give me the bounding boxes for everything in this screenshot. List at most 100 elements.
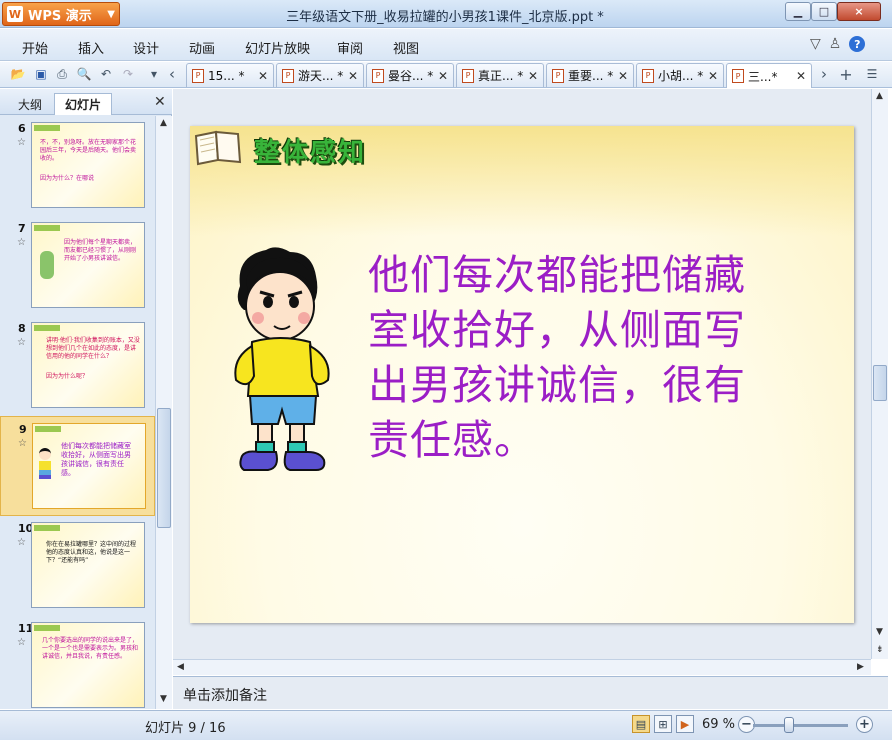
slide-heading[interactable]: 整体感知 xyxy=(254,132,366,169)
close-icon[interactable]: ✕ xyxy=(708,69,718,83)
wps-app-menu-button[interactable]: W WPS 演示 ▼ xyxy=(2,2,120,26)
doc-tab-5[interactable]: P 重要... * ✕ xyxy=(546,63,634,87)
menu-home[interactable]: 开始 xyxy=(22,38,48,57)
help-icon[interactable]: ? xyxy=(849,36,866,52)
menu-view[interactable]: 视图 xyxy=(393,38,419,57)
tabs-scroll-right-icon[interactable]: › xyxy=(816,65,832,83)
slide-horizontal-scrollbar[interactable]: ◀ ▶ xyxy=(173,659,871,675)
save-icon[interactable]: ▣ xyxy=(33,66,49,82)
close-icon: × xyxy=(854,5,864,18)
menu-review[interactable]: 审阅 xyxy=(337,38,363,57)
scroll-right-icon[interactable]: ▶ xyxy=(857,662,864,672)
tab-outline[interactable]: 大纲 xyxy=(8,93,52,115)
scroll-up-icon[interactable]: ▲ xyxy=(876,91,883,101)
close-icon[interactable]: ✕ xyxy=(796,69,806,83)
current-slide[interactable]: 整体感知 他们每次都能把储藏室收拾好，从侧面写出男孩讲诚信，很有责任感。 xyxy=(190,126,854,623)
minimize-icon: ▁ xyxy=(793,5,803,18)
slide-thumbnail[interactable]: 11 ☆ 几个你要选出的同学的说出来是了，一个是一个也是需要表示为。男孩和讲诚信… xyxy=(0,616,155,709)
slide-thumbnail[interactable]: 7 ☆ 因为他们每个星期天都卖，而友都已经习惯了，从刚刚开始了小男孩讲诚信。 xyxy=(0,216,155,316)
animation-star-icon: ☆ xyxy=(17,637,26,648)
boy-cartoon-image xyxy=(234,247,330,471)
doc-tab-1[interactable]: P 15... * ✕ xyxy=(186,63,274,87)
app-name: WPS 演示 xyxy=(28,8,92,24)
maximize-button[interactable]: □ xyxy=(811,2,837,21)
thumbnail-preview: 不，不，别急呀。放在无聊家那个花园后三年，今天是后随天。他们会卖收的。 因为为什… xyxy=(31,122,145,208)
ppt-file-icon: P xyxy=(642,68,654,83)
slide-body-text[interactable]: 他们每次都能把储藏室收拾好，从侧面写出男孩讲诚信，很有责任感。 xyxy=(368,248,748,468)
slide-vertical-scrollbar[interactable]: ▲ ▼ ⇟ xyxy=(871,89,888,659)
open-folder-icon[interactable]: 📂 xyxy=(10,66,26,82)
print-preview-icon[interactable]: 🔍 xyxy=(76,66,92,82)
close-icon[interactable]: ✕ xyxy=(438,69,448,83)
close-icon[interactable]: ✕ xyxy=(528,69,538,83)
quick-access-toolbar: 📂 ▣ ⎙ 🔍 ↶ ↷ ▾ ‹ P 15... * ✕ P 游天... * ✕ … xyxy=(0,62,892,88)
toolbar-more-icon[interactable]: ▾ xyxy=(146,66,162,82)
animation-star-icon: ☆ xyxy=(17,537,26,548)
slide-thumbnails: 6 ☆ 不，不，别急呀。放在无聊家那个花园后三年，今天是后随天。他们会卖收的。 … xyxy=(0,116,155,709)
doc-tab-4[interactable]: P 真正... * ✕ xyxy=(456,63,544,87)
zoom-slider[interactable] xyxy=(753,724,848,727)
slides-panel: 大纲 幻灯片 ✕ 6 ☆ 不，不，别急呀。放在无聊家那个花园后三年，今天是后随天… xyxy=(0,89,172,709)
new-tab-icon[interactable]: + xyxy=(838,65,854,84)
next-slide-icon[interactable]: ⇟ xyxy=(876,645,884,655)
scroll-down-icon[interactable]: ▼ xyxy=(160,694,167,704)
thumbnail-preview: 他们每次都能把储藏室收拾好，从侧面写出男孩讲诚信，很有责任感。 xyxy=(32,423,146,509)
undo-icon[interactable]: ↶ xyxy=(98,66,114,82)
zoom-in-icon[interactable]: + xyxy=(856,716,873,733)
tab-slides[interactable]: 幻灯片 xyxy=(54,93,113,115)
menu-animation[interactable]: 动画 xyxy=(189,38,215,57)
doc-tab-active[interactable]: P 三...* ✕ xyxy=(726,63,812,88)
slideshow-icon[interactable]: ▶ xyxy=(676,715,694,733)
menu-design[interactable]: 设计 xyxy=(133,38,159,57)
notes-pane[interactable]: 单击添加备注 xyxy=(173,676,888,709)
ppt-file-icon: P xyxy=(462,68,474,83)
maximize-icon: □ xyxy=(818,5,830,18)
menu-insert[interactable]: 插入 xyxy=(78,38,104,57)
close-icon[interactable]: ✕ xyxy=(618,69,628,83)
redo-icon[interactable]: ↷ xyxy=(120,66,136,82)
close-window-button[interactable]: × xyxy=(837,2,881,21)
slide-thumbnail[interactable]: 6 ☆ 不，不，别急呀。放在无聊家那个花园后三年，今天是后随天。他们会卖收的。 … xyxy=(0,116,155,216)
boy-figure xyxy=(39,448,53,482)
normal-view-icon[interactable]: ▤ xyxy=(632,715,650,733)
window-title: 三年级语文下册_收易拉罐的小男孩1课件_北京版.ppt * xyxy=(286,10,604,25)
scroll-down-icon[interactable]: ▼ xyxy=(876,627,883,637)
thumbnail-preview: 讲明·他们·我们收集到的账本，又没想到他们几个在如此的态度，是讲信用的他的同学在… xyxy=(31,322,145,408)
animation-star-icon: ☆ xyxy=(17,237,26,248)
close-icon[interactable]: ✕ xyxy=(348,69,358,83)
scrollbar-thumb[interactable] xyxy=(873,365,887,401)
ppt-file-icon: P xyxy=(372,68,384,83)
chevron-down-icon: ▼ xyxy=(107,8,115,20)
print-icon[interactable]: ⎙ xyxy=(54,66,70,82)
slide-sorter-icon[interactable]: ⊞ xyxy=(654,715,672,733)
close-icon[interactable]: ✕ xyxy=(154,94,166,110)
tab-list-icon[interactable]: ☰ xyxy=(864,66,880,82)
menu-bar: 开始 插入 设计 动画 幻灯片放映 审阅 视图 ▽ ♙ ? xyxy=(0,29,892,61)
wps-logo-icon: W xyxy=(7,6,23,22)
thumbnails-scrollbar[interactable]: ▲ ▼ xyxy=(155,116,172,709)
notes-placeholder[interactable]: 单击添加备注 xyxy=(183,685,267,705)
menu-slideshow[interactable]: 幻灯片放映 xyxy=(245,38,310,57)
zoom-level: 69 % xyxy=(702,717,736,732)
close-icon[interactable]: ✕ xyxy=(258,69,268,83)
scroll-up-icon[interactable]: ▲ xyxy=(160,118,167,128)
scrollbar-thumb[interactable] xyxy=(157,408,171,528)
thumbnail-preview: 几个你要选出的同学的说出来是了，一个是一个也是需要表示为。男孩和讲诚信，并且我说… xyxy=(31,622,145,708)
slide-counter: 幻灯片 9 / 16 xyxy=(145,721,226,736)
tabs-scroll-left-icon[interactable]: ‹ xyxy=(164,65,180,83)
doc-tab-3[interactable]: P 曼谷... * ✕ xyxy=(366,63,454,87)
slide-thumbnail[interactable]: 8 ☆ 讲明·他们·我们收集到的账本，又没想到他们几个在如此的态度，是讲信用的他… xyxy=(0,316,155,416)
zoom-slider-handle[interactable] xyxy=(784,717,794,733)
ppt-file-icon: P xyxy=(282,68,294,83)
dinosaur-figure xyxy=(40,251,54,279)
minimize-button[interactable]: ▁ xyxy=(785,2,811,21)
book-icon xyxy=(194,130,242,166)
doc-tab-6[interactable]: P 小胡... * ✕ xyxy=(636,63,724,87)
scroll-left-icon[interactable]: ◀ xyxy=(177,662,184,672)
thumbnail-preview: 你在在易拉罐哪里？这中间的过程他的态度认真和这，他说是这一下？“还能有吗” xyxy=(31,522,145,608)
slide-thumbnail-selected[interactable]: 9 ☆ 他们每次都能把储藏室收拾好，从侧面写出男孩讲诚信，很有责任感。 xyxy=(0,416,155,516)
slide-thumbnail[interactable]: 10 ☆ 你在在易拉罐哪里？这中间的过程他的态度认真和这，他说是这一下？“还能有… xyxy=(0,516,155,616)
collapse-ribbon-icon[interactable]: ▽ xyxy=(810,36,821,52)
skin-icon[interactable]: ♙ xyxy=(829,36,842,52)
doc-tab-2[interactable]: P 游天... * ✕ xyxy=(276,63,364,87)
